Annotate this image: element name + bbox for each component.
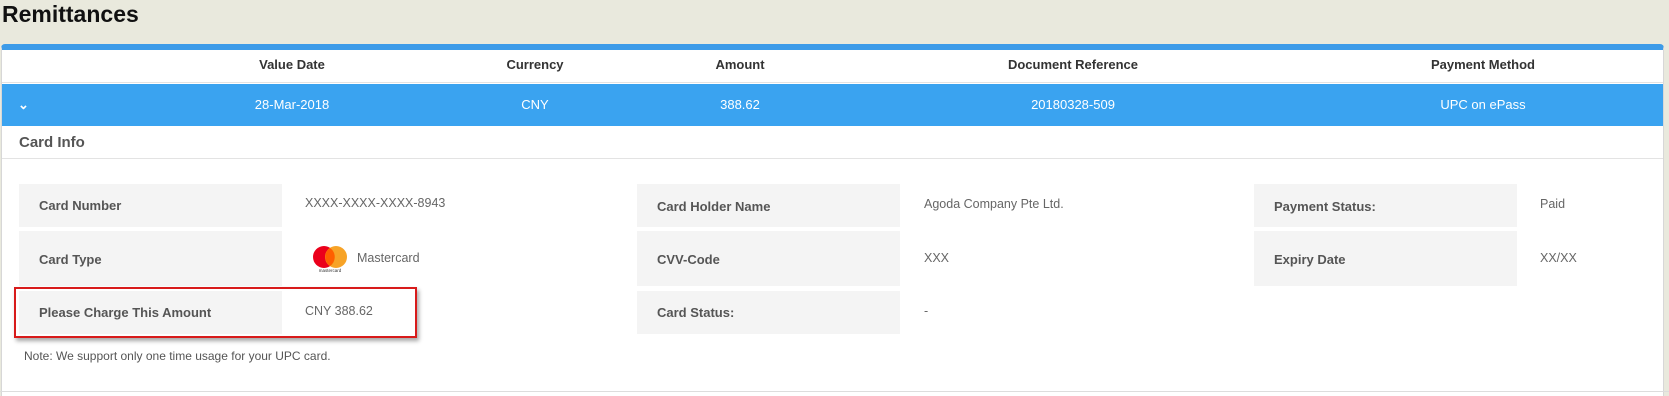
row-document-reference: 20180328-509 — [1031, 97, 1115, 112]
expiry-date-value: XX/XX — [1540, 251, 1577, 265]
cvv-code-label: CVV-Code — [637, 231, 900, 286]
header-document-reference[interactable]: Document Reference — [943, 50, 1203, 83]
card-holder-value: Agoda Company Pte Ltd. — [924, 197, 1064, 211]
cvv-code-value: XXX — [924, 251, 950, 265]
header-amount[interactable]: Amount — [640, 50, 840, 83]
card-type-value: Mastercard — [357, 251, 420, 265]
card-info-header: Card Info — [2, 126, 1663, 159]
payment-status-value: Paid — [1540, 197, 1566, 211]
row-currency: CNY — [521, 97, 549, 112]
card-holder-label: Card Holder Name — [637, 184, 900, 227]
chevron-down-icon[interactable]: ⌄ — [18, 84, 29, 126]
header-payment-method[interactable]: Payment Method — [1383, 50, 1583, 83]
charge-amount-highlight — [14, 287, 417, 338]
panel-divider — [0, 391, 1669, 392]
row-value-date: 28-Mar-2018 — [254, 97, 330, 112]
card-status-label: Card Status: — [637, 291, 900, 334]
card-info-title: Card Info — [19, 134, 85, 151]
table-row[interactable]: ⌄ 28-Mar-2018 CNY 388.62 20180328-509 UP… — [2, 84, 1663, 126]
mastercard-logo-text: mastercard — [319, 268, 342, 273]
card-type-label: Card Type — [19, 231, 282, 286]
row-amount: 388.62 — [720, 97, 760, 112]
card-number-value: XXXX-XXXX-XXXX-8943 — [305, 196, 446, 210]
row-payment-method: UPC on ePass — [1440, 97, 1526, 112]
payment-status-label: Payment Status: — [1254, 184, 1517, 227]
note-text: Note: We support only one time usage for… — [24, 349, 331, 363]
card-number-label: Card Number — [19, 184, 282, 227]
expiry-date-label: Expiry Date — [1254, 231, 1517, 286]
header-value-date[interactable]: Value Date — [192, 50, 392, 83]
table-header: Value Date Currency Amount Document Refe… — [2, 50, 1663, 83]
header-currency[interactable]: Currency — [435, 50, 635, 83]
card-status-value: - — [924, 304, 929, 318]
page-title: Remittances — [2, 1, 139, 27]
mastercard-logo: mastercard — [313, 246, 347, 273]
